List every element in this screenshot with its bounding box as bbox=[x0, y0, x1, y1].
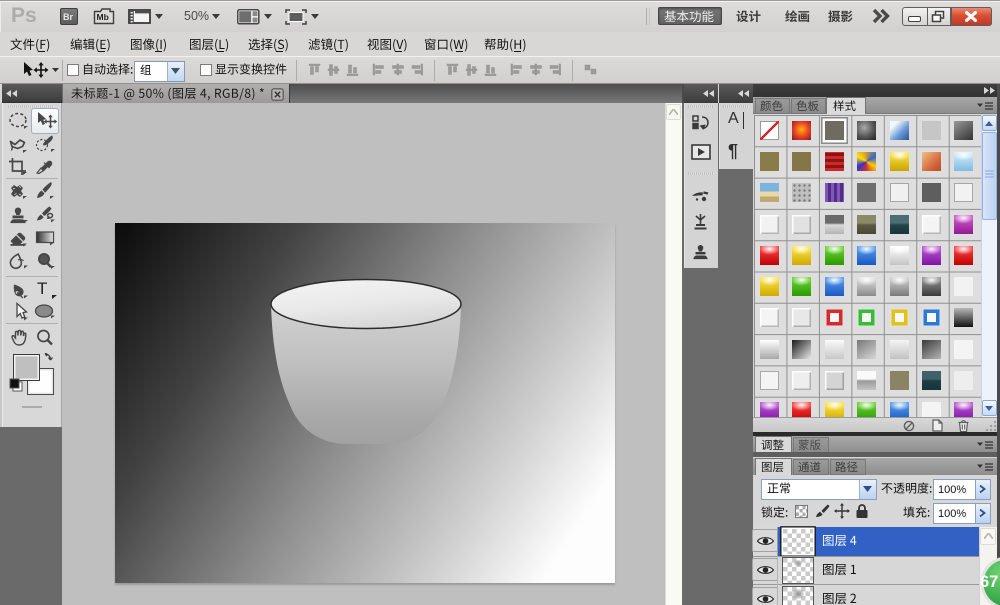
svg-text:67: 67 bbox=[980, 573, 998, 591]
